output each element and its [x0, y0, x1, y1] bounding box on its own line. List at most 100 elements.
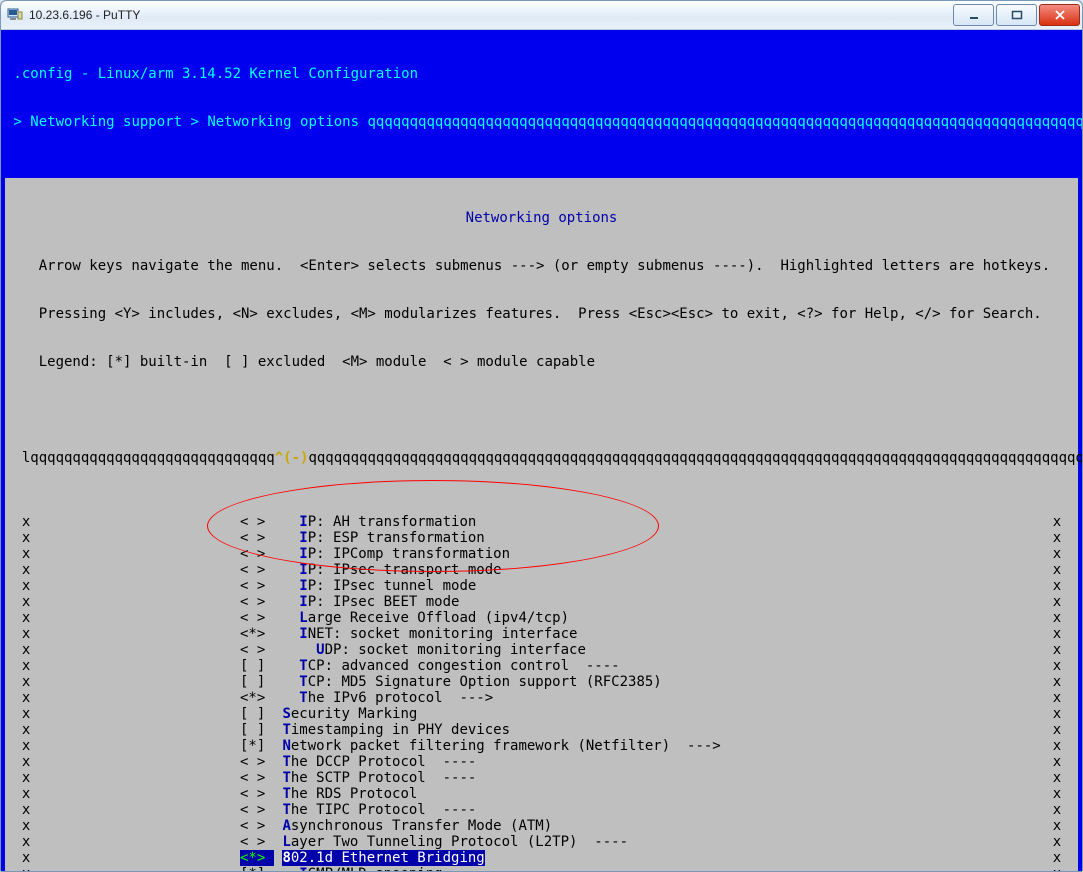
- menu-item[interactable]: x< > IP: ESP transformationx: [5, 530, 1078, 546]
- row-pad: [31, 626, 240, 642]
- row-tail: x: [1053, 786, 1078, 802]
- item-mark: < >: [240, 786, 274, 802]
- menu-item[interactable]: x[ ] TCP: advanced congestion control --…: [5, 658, 1078, 674]
- menu-item[interactable]: x[*] Network packet filtering framework …: [5, 738, 1078, 754]
- menu-item[interactable]: x< > IP: IPComp transformationx: [5, 546, 1078, 562]
- menu-item[interactable]: x < > UDP: socket monitoring interface x: [5, 642, 1078, 658]
- item-label: 802.1d Ethernet Bridging: [282, 850, 484, 866]
- row-tail: x: [1053, 642, 1078, 658]
- row-pad: [31, 594, 240, 610]
- row-tail: x: [1053, 722, 1078, 738]
- item-label: Layer Two Tunneling Protocol (L2TP) ----: [282, 834, 628, 850]
- row-pad: [31, 786, 240, 802]
- row-pad: [31, 802, 240, 818]
- item-label: TCP: MD5 Signature Option support (RFC23…: [282, 674, 661, 690]
- row-head: x: [5, 594, 31, 610]
- item-mark: < >: [240, 530, 274, 546]
- item-label: Security Marking: [282, 706, 417, 722]
- row-tail: x: [1053, 802, 1078, 818]
- menu-item[interactable]: x< > IP: IPsec BEET modex: [5, 594, 1078, 610]
- row-tail: x: [1053, 578, 1078, 594]
- menu-item[interactable]: x[ ] Timestamping in PHY devicesx: [5, 722, 1078, 738]
- menu-item[interactable]: x< > The SCTP Protocol ----x: [5, 770, 1078, 786]
- item-mark: < >: [240, 802, 274, 818]
- config-header: .config - Linux/arm 3.14.52 Kernel Confi…: [5, 66, 1078, 82]
- menu-item[interactable]: x < > Layer Two Tunneling Protocol (L2TP)…: [5, 834, 1078, 850]
- item-mark: <*>: [240, 626, 274, 642]
- row-head: x: [5, 754, 31, 770]
- row-head: x: [5, 850, 31, 866]
- row-head: x: [5, 738, 31, 754]
- item-mark: < >: [240, 562, 274, 578]
- bc-a: Networking support: [30, 114, 182, 130]
- menu-item[interactable]: x< > The DCCP Protocol ----x: [5, 754, 1078, 770]
- item-mark: <*>: [240, 850, 274, 866]
- row-head: x: [5, 610, 31, 626]
- row-pad: [31, 770, 240, 786]
- row-head: x: [5, 770, 31, 786]
- menu-item[interactable]: x< > Large Receive Offload (ipv4/tcp)x: [5, 610, 1078, 626]
- hint-line-3: Legend: [*] built-in [ ] excluded <M> mo…: [5, 354, 1078, 370]
- item-mark: < >: [240, 770, 274, 786]
- item-label: UDP: socket monitoring interface: [282, 642, 585, 658]
- menu-item[interactable]: x[ ] TCP: MD5 Signature Option support (…: [5, 674, 1078, 690]
- menu-item[interactable]: x< > IP: IPsec tunnel modex: [5, 578, 1078, 594]
- row-tail: x: [1053, 706, 1078, 722]
- bc-fill: qqqqqqqqqqqqqqqqqqqqqqqqqqqqqqqqqqqqqqqq…: [359, 114, 1082, 130]
- row-tail: x: [1053, 546, 1078, 562]
- titlebar[interactable]: 10.23.6.196 - PuTTY: [1, 1, 1082, 30]
- title-left: 10.23.6.196 - PuTTY: [7, 6, 140, 25]
- maximize-button[interactable]: [996, 4, 1037, 26]
- menu-item[interactable]: x< > Asynchronous Transfer Mode (ATM)x: [5, 818, 1078, 834]
- row-tail: x: [1053, 658, 1078, 674]
- item-mark: < >: [240, 594, 274, 610]
- blank-row: [5, 402, 1078, 418]
- item-label: The IPv6 protocol --->: [282, 690, 493, 706]
- row-pad: [31, 850, 240, 866]
- item-mark: < >: [240, 818, 274, 834]
- item-label: Large Receive Offload (ipv4/tcp): [282, 610, 569, 626]
- menu-item[interactable]: x[ ] Security Markingx: [5, 706, 1078, 722]
- row-head: x: [5, 642, 31, 658]
- row-pad: [31, 834, 240, 850]
- item-label: TCP: advanced congestion control ----: [282, 658, 619, 674]
- item-mark: < >: [240, 754, 274, 770]
- row-tail: x: [1053, 754, 1078, 770]
- row-pad: [31, 562, 240, 578]
- item-label: Timestamping in PHY devices: [282, 722, 510, 738]
- row-pad: [31, 658, 240, 674]
- close-button[interactable]: [1039, 4, 1080, 26]
- row-tail: x: [1053, 610, 1078, 626]
- menu-item[interactable]: x< > IP: AH transformationx: [5, 514, 1078, 530]
- menu-item[interactable]: x<*> The IPv6 protocol --->x: [5, 690, 1078, 706]
- item-mark: [*]: [240, 738, 274, 754]
- row-pad: [31, 642, 240, 658]
- item-mark: < >: [240, 642, 274, 658]
- terminal[interactable]: .config - Linux/arm 3.14.52 Kernel Confi…: [1, 30, 1082, 872]
- row-tail: x: [1053, 690, 1078, 706]
- tb-left: lqqqqqqqqqqqqqqqqqqqqqqqqqqqqq: [5, 450, 275, 466]
- row-head: x: [5, 546, 31, 562]
- row-head: x: [5, 674, 31, 690]
- menu-item[interactable]: x< > IP: IPsec transport modex: [5, 562, 1078, 578]
- item-mark: < >: [240, 578, 274, 594]
- row-pad: [31, 738, 240, 754]
- menu-item[interactable]: x<*> INET: socket monitoring interfacex: [5, 626, 1078, 642]
- row-pad: [31, 578, 240, 594]
- row-pad: [31, 706, 240, 722]
- menu-item[interactable]: x[*] IGMP/MLD snoopingx: [5, 866, 1078, 872]
- row-head: x: [5, 834, 31, 850]
- item-mark: [ ]: [240, 706, 274, 722]
- putty-window: 10.23.6.196 - PuTTY .config - Linux/arm …: [0, 0, 1083, 872]
- window-buttons: [951, 4, 1080, 26]
- hint-line-1: Arrow keys navigate the menu. <Enter> se…: [5, 258, 1078, 274]
- row-head: x: [5, 514, 31, 530]
- item-mark: < >: [240, 834, 274, 850]
- minimize-button[interactable]: [953, 4, 994, 26]
- row-tail: x: [1053, 514, 1078, 530]
- row-pad: [31, 546, 240, 562]
- menu-item[interactable]: x <*> 802.1d Ethernet Bridging x: [5, 850, 1078, 866]
- menu-item[interactable]: x< > The TIPC Protocol ----x: [5, 802, 1078, 818]
- menu-item[interactable]: x< > The RDS Protocolx: [5, 786, 1078, 802]
- row-tail: x: [1053, 850, 1078, 866]
